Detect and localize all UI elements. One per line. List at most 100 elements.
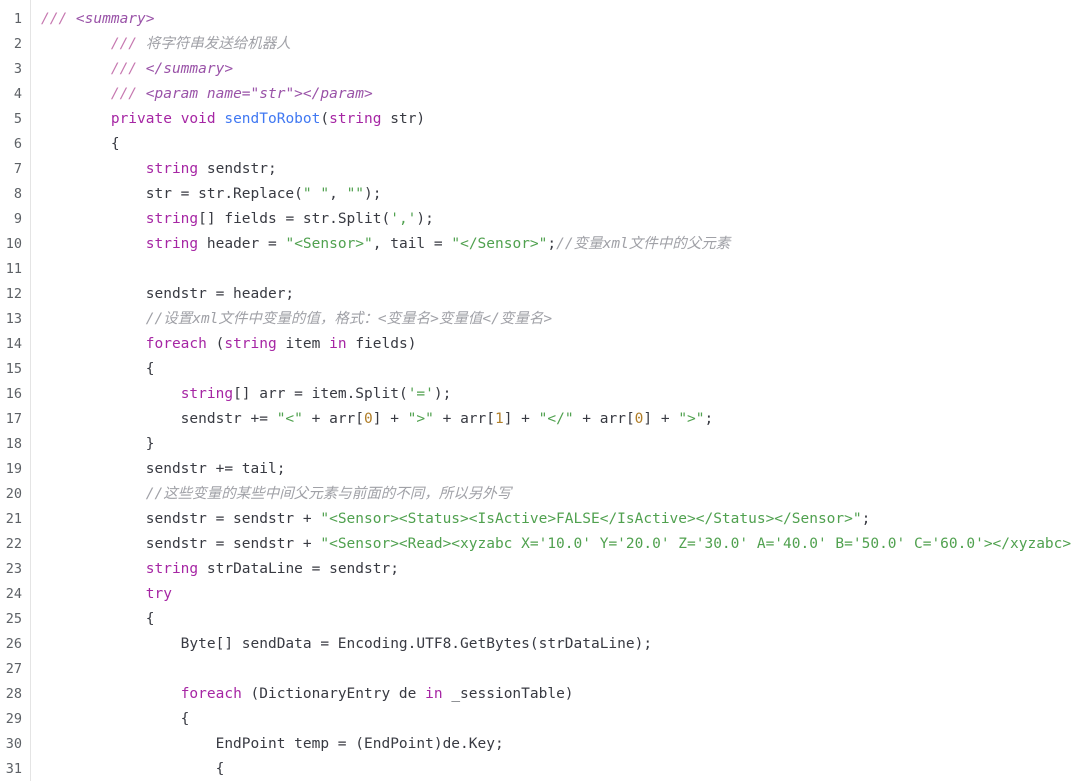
code-token-plain: }	[41, 436, 155, 452]
code-token-plain: ;	[704, 411, 714, 427]
line-number: 1	[13, 11, 22, 27]
line-number: 19	[5, 461, 22, 477]
code-token-plain: );	[433, 386, 452, 402]
code-token-string: ','	[390, 211, 417, 227]
code-line[interactable]: {	[41, 707, 1080, 732]
code-line[interactable]: //这些变量的某些中间父元素与前面的不同，所以另外写	[41, 482, 1080, 507]
code-viewer[interactable]: 1 2 3 4 5 6 7 8 9 10 11 12 13 14 15 16 17 18 19 20 21 22 23 24 2…	[0, 0, 1080, 781]
code-token-doc-tag: <summary>	[75, 11, 155, 27]
code-token-string: "<Sensor><Read><xyzabc X='10.0' Y='20.0'…	[320, 536, 1072, 552]
code-token-doc-tag: </summary>	[145, 61, 234, 77]
line-number: 29	[5, 711, 22, 727]
line-number: 30	[5, 736, 22, 752]
code-token-plain: sendstr = sendstr +	[41, 511, 321, 527]
code-token-type: string	[145, 561, 199, 577]
line-number: 13	[5, 311, 22, 327]
code-token-plain: ;	[547, 236, 557, 252]
code-token-keyword: in	[329, 336, 347, 352]
code-line[interactable]: {	[41, 132, 1080, 157]
code-token-plain: [] arr = item.Split(	[233, 386, 408, 402]
code-token-comment: //这些变量的某些中间父元素与前面的不同，所以另外写	[145, 486, 512, 502]
line-number: 21	[5, 511, 22, 527]
code-token-plain: ;	[861, 511, 871, 527]
code-line[interactable]: /// </summary>	[41, 57, 1080, 82]
code-line[interactable]: sendstr = sendstr + "<Sensor><Read><xyza…	[41, 532, 1080, 557]
line-number: 10	[5, 236, 22, 252]
code-line[interactable]: {	[41, 757, 1080, 781]
line-number: 23	[5, 561, 22, 577]
code-token-punct: (	[320, 111, 330, 127]
code-line[interactable]	[41, 257, 1080, 282]
code-line[interactable]: {	[41, 607, 1080, 632]
code-line[interactable]: string[] arr = item.Split('=');	[41, 382, 1080, 407]
code-token-string: "</Sensor>"	[451, 236, 548, 252]
code-token-plain: fields)	[346, 336, 417, 352]
line-number: 27	[5, 661, 22, 677]
line-number: 11	[5, 261, 22, 277]
code-token-number: 0	[364, 411, 373, 427]
code-token-plain: Byte[] sendData = Encoding.UTF8.GetBytes…	[41, 636, 653, 652]
line-number: 9	[13, 211, 22, 227]
code-token-plain: ] +	[643, 411, 679, 427]
code-line[interactable]: private void sendToRobot(string str)	[41, 107, 1080, 132]
code-token-doc-slash: ///	[110, 61, 146, 77]
code-line[interactable]: string[] fields = str.Split(',');	[41, 207, 1080, 232]
code-line[interactable]: foreach (DictionaryEntry de in _sessionT…	[41, 682, 1080, 707]
code-token-string: "<"	[276, 411, 303, 427]
code-token-plain: sendstr = header;	[41, 286, 295, 302]
code-token-plain: str)	[381, 111, 426, 127]
code-token-plain: sendstr = sendstr +	[41, 536, 321, 552]
code-line[interactable]: str = str.Replace(" ", "");	[41, 182, 1080, 207]
code-token-plain: {	[41, 136, 120, 152]
code-token-plain: {	[41, 611, 155, 627]
code-token-doc-slash: ///	[110, 36, 146, 52]
code-line[interactable]: {	[41, 357, 1080, 382]
code-token-plain: ] +	[503, 411, 539, 427]
code-line[interactable]: /// <summary>	[41, 7, 1080, 32]
line-number: 8	[13, 186, 22, 202]
code-line[interactable]: sendstr += tail;	[41, 457, 1080, 482]
code-token-keyword: in	[425, 686, 443, 702]
code-token-string: ">"	[678, 411, 705, 427]
code-token-string: "</"	[538, 411, 574, 427]
code-line[interactable]: string header = "<Sensor>", tail = "</Se…	[41, 232, 1080, 257]
code-token-keyword: foreach	[145, 336, 207, 352]
line-number: 7	[13, 161, 22, 177]
line-number: 2	[13, 36, 22, 52]
code-line[interactable]: string strDataLine = sendstr;	[41, 557, 1080, 582]
code-token-function: sendToRobot	[224, 111, 321, 127]
code-line[interactable]: sendstr = header;	[41, 282, 1080, 307]
code-line[interactable]: }	[41, 432, 1080, 457]
code-line[interactable]: sendstr = sendstr + "<Sensor><Status><Is…	[41, 507, 1080, 532]
line-number: 28	[5, 686, 22, 702]
code-line[interactable]: /// 将字符串发送给机器人	[41, 32, 1080, 57]
code-token-comment: 将字符串发送给机器人	[145, 36, 291, 52]
line-number: 18	[5, 436, 22, 452]
code-token-number: 1	[494, 411, 504, 427]
code-line[interactable]: try	[41, 582, 1080, 607]
code-line[interactable]: foreach (string item in fields)	[41, 332, 1080, 357]
code-token-plain: [] fields = str.Split(	[198, 211, 391, 227]
code-line[interactable]	[41, 657, 1080, 682]
code-token-plain: {	[41, 711, 190, 727]
line-number: 5	[13, 111, 22, 127]
code-line[interactable]: EndPoint temp = (EndPoint)de.Key;	[41, 732, 1080, 757]
line-number: 16	[5, 386, 22, 402]
code-token-plain: {	[41, 361, 155, 377]
code-line[interactable]: Byte[] sendData = Encoding.UTF8.GetBytes…	[41, 632, 1080, 657]
code-line[interactable]: string sendstr;	[41, 157, 1080, 182]
code-content-area[interactable]: /// <summary> /// 将字符串发送给机器人 /// </summa…	[31, 0, 1080, 781]
code-line[interactable]: //设置xml文件中变量的值，格式：<变量名>变量值</变量名>	[41, 307, 1080, 332]
code-line[interactable]: /// <param name="str"></param>	[41, 82, 1080, 107]
code-token-plain: , tail =	[372, 236, 452, 252]
code-line[interactable]: sendstr += "<" + arr[0] + ">" + arr[1] +…	[41, 407, 1080, 432]
line-number: 22	[5, 536, 22, 552]
line-number-gutter: 1 2 3 4 5 6 7 8 9 10 11 12 13 14 15 16 17 18 19 20 21 22 23 24 2…	[0, 0, 31, 781]
code-token-plain: sendstr;	[198, 161, 277, 177]
